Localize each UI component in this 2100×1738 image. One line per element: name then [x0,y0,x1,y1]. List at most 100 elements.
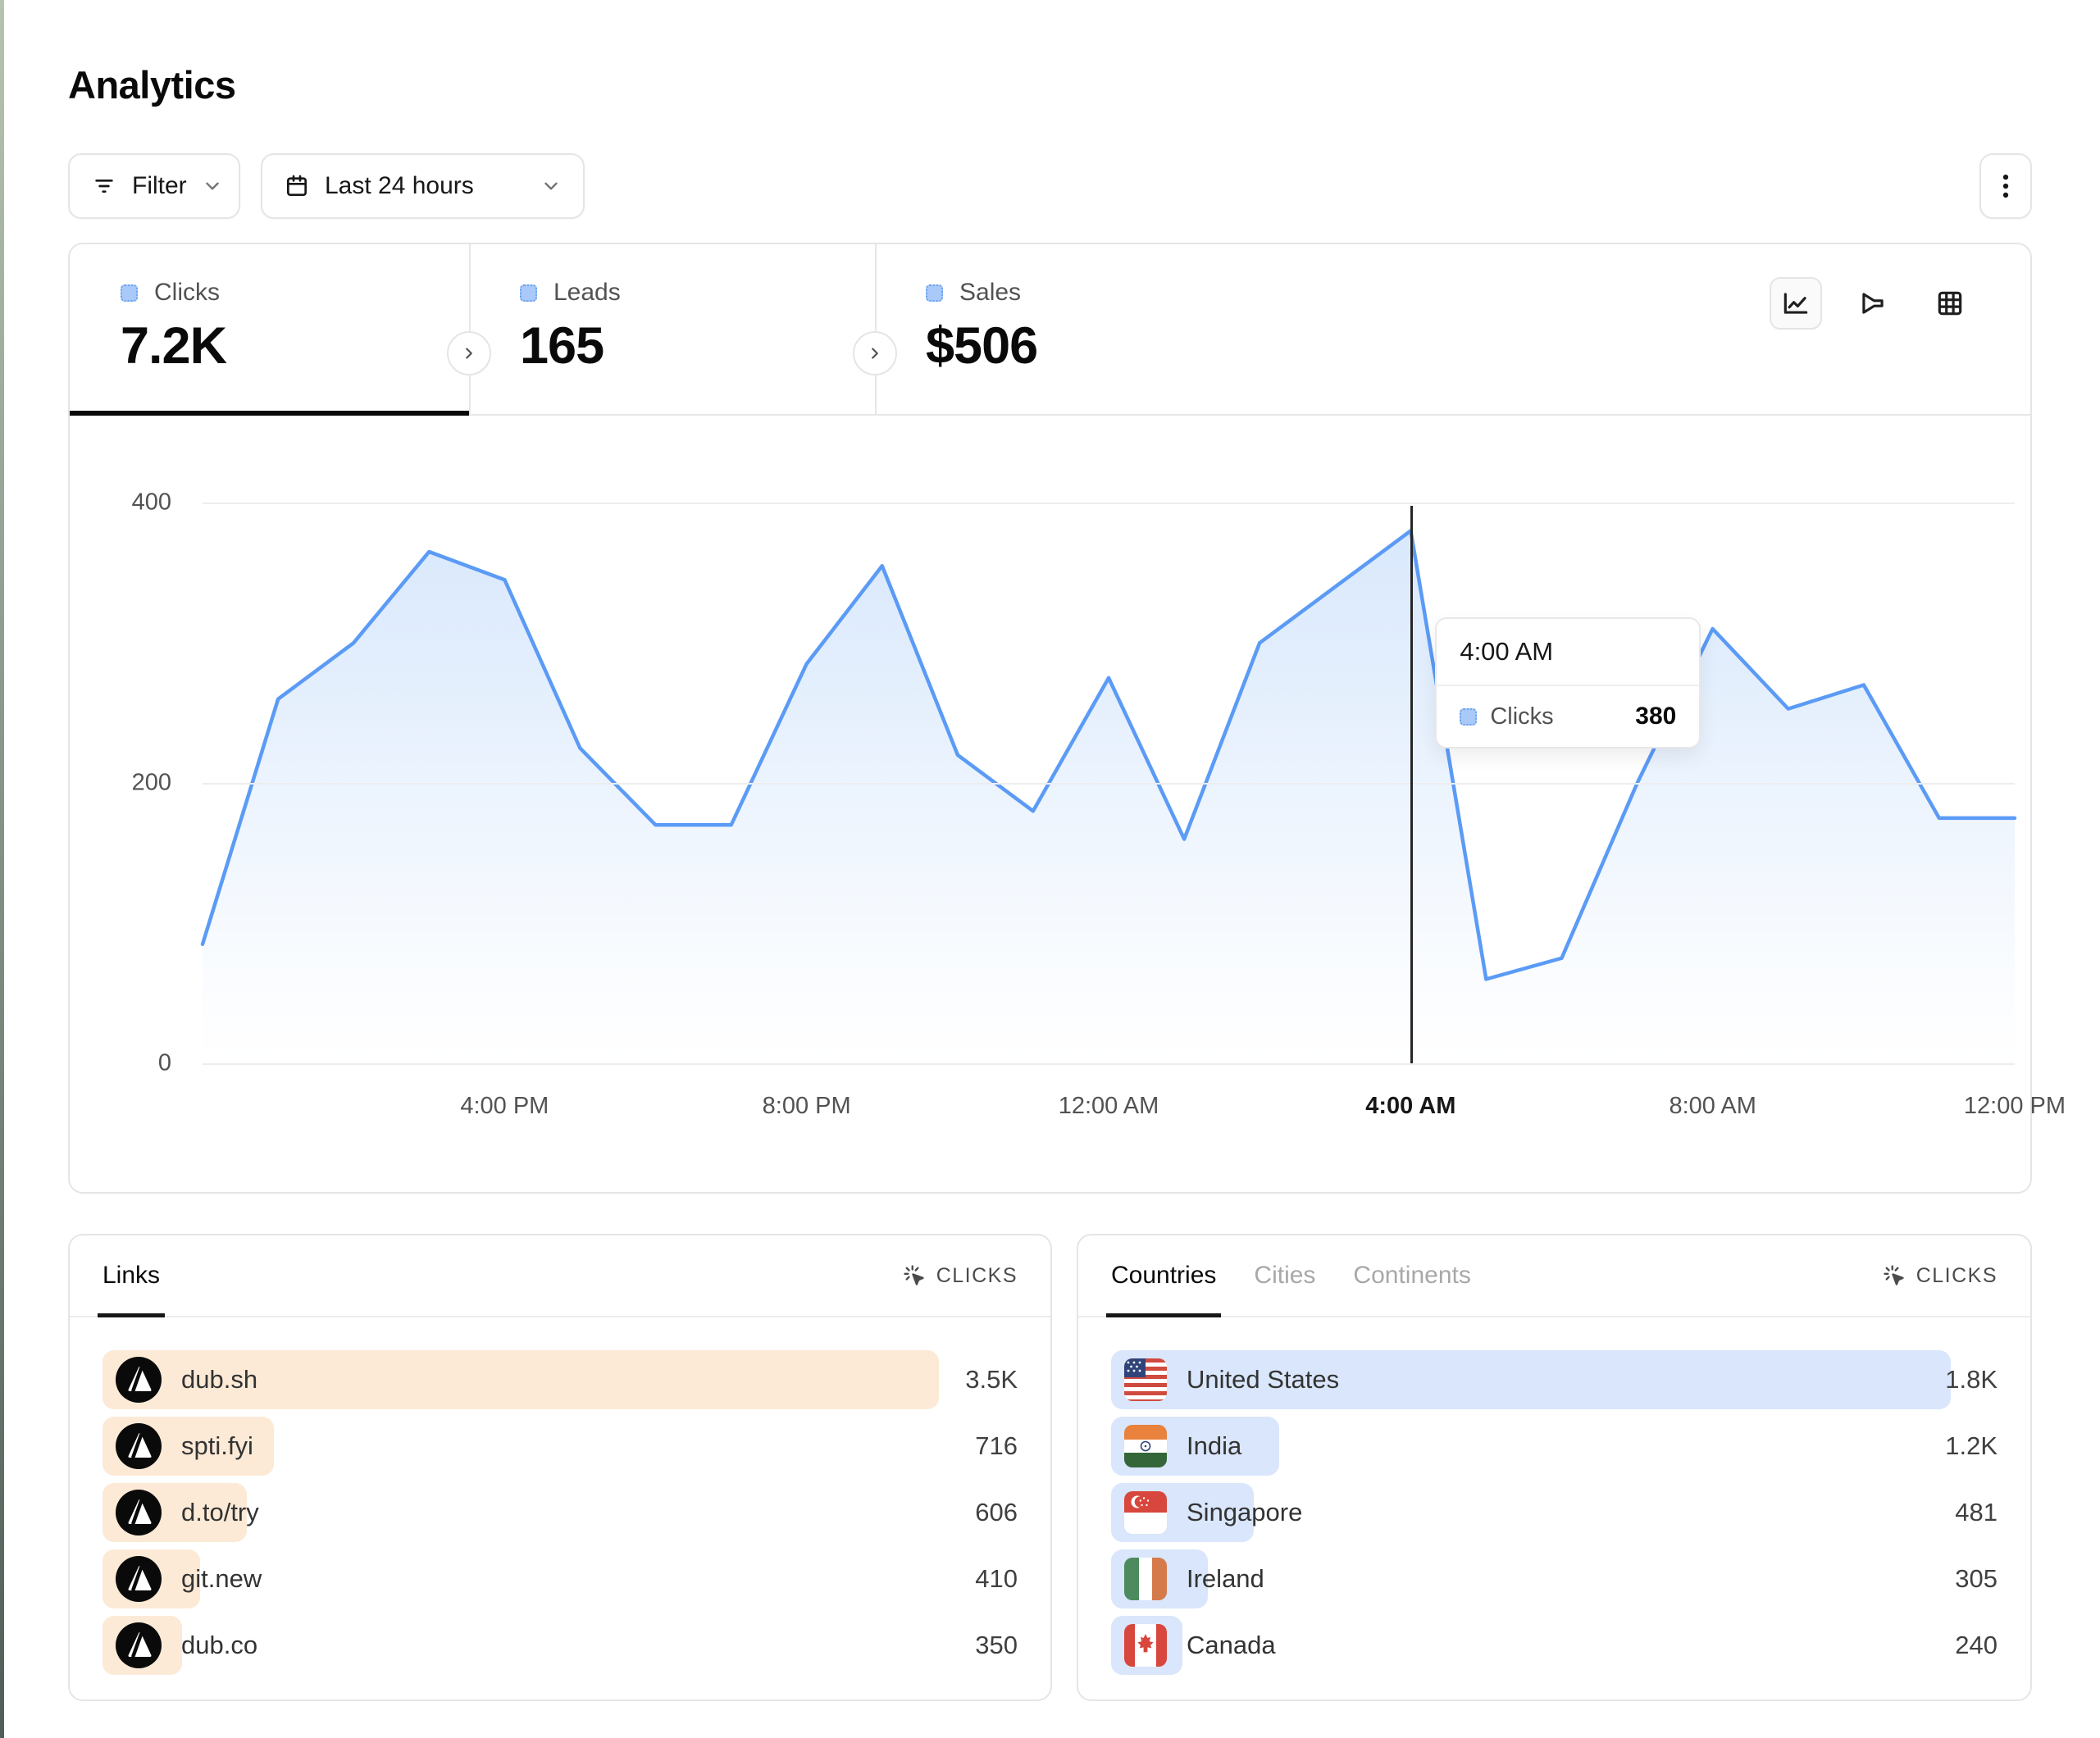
chart-series-clicks [203,461,2015,1063]
chevron-down-icon [540,175,562,197]
x-axis-tick: 8:00 PM [763,1093,851,1120]
links-metric-label: CLICKS [936,1264,1018,1288]
row-label: Canada [1187,1631,1276,1660]
tab-links[interactable]: Links [102,1235,160,1316]
filter-icon [91,173,117,199]
clicks-area-chart[interactable]: 4:00 AM Clicks 380 40020004:00 PM8:00 PM… [203,461,2015,1063]
tab-leads[interactable]: Leads 165 [469,244,875,414]
geo-metric-selector[interactable]: CLICKS [1882,1263,1998,1288]
row-value: 240 [1955,1631,1998,1660]
cursor-click-icon [1882,1263,1906,1288]
dub-logo-icon [116,1490,162,1536]
tooltip-time: 4:00 AM [1437,619,1699,685]
divider [875,244,877,416]
row-value: 481 [1955,1498,1998,1527]
country-row-ireland[interactable]: Ireland 305 [1111,1549,1998,1608]
table-view-icon [1934,288,1966,319]
date-range-button[interactable]: Last 24 hours [261,153,585,219]
us-flag-icon [1124,1358,1167,1401]
stat-value: 7.2K [121,316,469,375]
links-list: dub.sh3.5K spti.fyi 716 d.to/try606 git.n… [102,1350,1018,1682]
table-view-button[interactable] [1924,277,1976,330]
chevron-down-icon [202,175,223,197]
page-title: Analytics [68,62,235,107]
chart-tooltip: 4:00 AM Clicks 380 [1435,617,1701,748]
filter-button-label: Filter [132,172,187,200]
chart-crosshair [1410,506,1413,1063]
row-value: 1.8K [1945,1365,1998,1394]
link-row-git.new[interactable]: git.new 410 [102,1549,1018,1608]
tab-clicks[interactable]: Clicks 7.2K [70,244,469,414]
x-axis-tick: 4:00 PM [460,1093,549,1120]
row-value: 716 [975,1431,1018,1461]
line-chart-icon [1780,288,1811,319]
stat-label: Sales [959,279,1021,307]
window-edge [0,0,4,1738]
row-label: spti.fyi [181,1431,253,1461]
stats-row: Clicks 7.2K Leads 165 Sales $506 [70,244,2030,416]
row-label: India [1187,1431,1241,1461]
link-row-dub.co[interactable]: dub.co350 [102,1616,1018,1675]
tab-sales[interactable]: Sales $506 [875,244,1449,414]
country-row-india[interactable]: India 1.2K [1111,1417,1998,1476]
row-value: 1.2K [1945,1431,1998,1461]
country-row-singapore[interactable]: Singapore 481 [1111,1483,1998,1542]
cursor-click-icon [902,1263,927,1288]
y-axis-tick: 200 [132,770,171,797]
dub-logo-icon [116,1622,162,1668]
countries-list: United States1.8K India 1.2K Singapore 481… [1111,1350,1998,1682]
funnel-chart-view-button[interactable] [1847,277,1899,330]
geo-panel-header: Countries Cities Continents CLICKS [1078,1235,2030,1317]
line-chart-view-button[interactable] [1770,277,1822,330]
tab-continents[interactable]: Continents [1353,1235,1470,1316]
dub-logo-icon [116,1423,162,1469]
links-metric-selector[interactable]: CLICKS [902,1263,1018,1288]
row-value: 606 [975,1498,1018,1527]
x-axis-tick: 8:00 AM [1669,1093,1756,1120]
links-panel-header: Links CLICKS [70,1235,1050,1317]
more-options-button[interactable] [1979,153,2032,219]
link-row-spti.fyi[interactable]: spti.fyi 716 [102,1417,1018,1476]
row-value: 305 [1955,1564,1998,1594]
filter-button[interactable]: Filter [68,153,240,219]
row-value: 410 [975,1564,1018,1594]
gridline [203,503,2015,504]
links-panel: Links CLICKS dub.sh3.5K spti.fyi 716 d.to… [68,1234,1052,1701]
row-label: Ireland [1187,1564,1264,1594]
ca-flag-icon [1124,1624,1167,1667]
row-value: 3.5K [965,1365,1018,1394]
ie-flag-icon [1124,1558,1167,1600]
tooltip-value: 380 [1635,703,1676,730]
stat-value: 165 [520,316,875,375]
tooltip-legend-chip [1460,708,1477,726]
geo-panel: Countries Cities Continents CLICKS Unite… [1077,1234,2032,1701]
chart-view-toggles [1770,277,1976,330]
expand-clicks-button[interactable] [447,331,491,375]
tooltip-series-label: Clicks [1490,703,1553,730]
link-row-d.to/try[interactable]: d.to/try606 [102,1483,1018,1542]
tab-countries[interactable]: Countries [1111,1235,1216,1316]
expand-leads-button[interactable] [853,331,897,375]
analytics-page: Analytics Filter Last 24 hours Cli [0,0,2100,1738]
stat-value: $506 [926,316,1449,375]
tab-links-label: Links [102,1262,160,1290]
funnel-chart-icon [1857,288,1888,319]
link-row-dub.sh[interactable]: dub.sh3.5K [102,1350,1018,1409]
country-row-canada[interactable]: Canada 240 [1111,1616,1998,1675]
row-label: git.new [181,1564,262,1594]
country-row-united-states[interactable]: United States1.8K [1111,1350,1998,1409]
tab-cities[interactable]: Cities [1254,1235,1315,1316]
x-axis-tick: 4:00 AM [1365,1093,1455,1120]
chevron-right-icon [866,344,884,362]
row-label: Singapore [1187,1498,1302,1527]
dub-logo-icon [116,1357,162,1403]
date-range-label: Last 24 hours [325,172,474,200]
gridline [203,783,2015,785]
sg-flag-icon [1124,1491,1167,1534]
leads-legend-chip [520,284,537,302]
dub-logo-icon [116,1556,162,1602]
analytics-card: Clicks 7.2K Leads 165 Sales $506 [68,243,2032,1194]
stat-label: Clicks [154,279,220,307]
clicks-legend-chip [121,284,138,302]
calendar-icon [284,173,310,199]
